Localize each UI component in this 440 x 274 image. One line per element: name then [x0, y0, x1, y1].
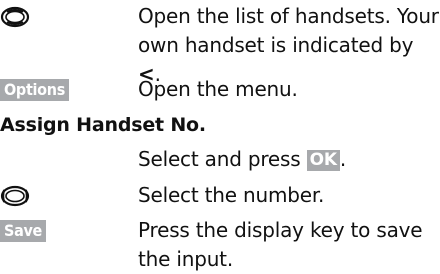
menu-item-heading: Assign Handset No. — [0, 114, 206, 136]
control-key-left-right-icon — [0, 185, 30, 207]
control-key-up-down-icon — [0, 6, 30, 28]
symbol-cell-empty — [0, 145, 138, 149]
instruction-row-select-ok: Select and press OK. — [0, 145, 440, 174]
menu-item-heading-row: Assign Handset No. — [0, 111, 440, 140]
symbol-cell: Save — [0, 216, 138, 242]
instruction-text: Select and press OK. — [138, 145, 440, 174]
instruction-row-open-menu: Options Open the menu. — [0, 75, 440, 104]
symbol-cell — [0, 181, 138, 207]
instruction-text-suffix: . — [339, 147, 347, 171]
instruction-text: Select the number. — [138, 183, 325, 207]
save-display-key: Save — [0, 220, 47, 242]
instruction-text: Press the display key to save the input. — [138, 218, 423, 271]
instruction-row-save: Save Press the display key to save the i… — [0, 216, 440, 274]
symbol-cell — [0, 2, 138, 28]
options-display-key: Options — [0, 79, 69, 101]
symbol-cell: Options — [0, 75, 138, 101]
instruction-row-select-number: Select the number. — [0, 181, 440, 210]
instruction-text-main: Open the list of handsets. Your own hand… — [138, 4, 439, 57]
ok-display-key: OK — [306, 150, 340, 171]
instruction-text: Open the menu. — [138, 77, 298, 101]
instruction-text-main: Select and press — [138, 147, 307, 171]
